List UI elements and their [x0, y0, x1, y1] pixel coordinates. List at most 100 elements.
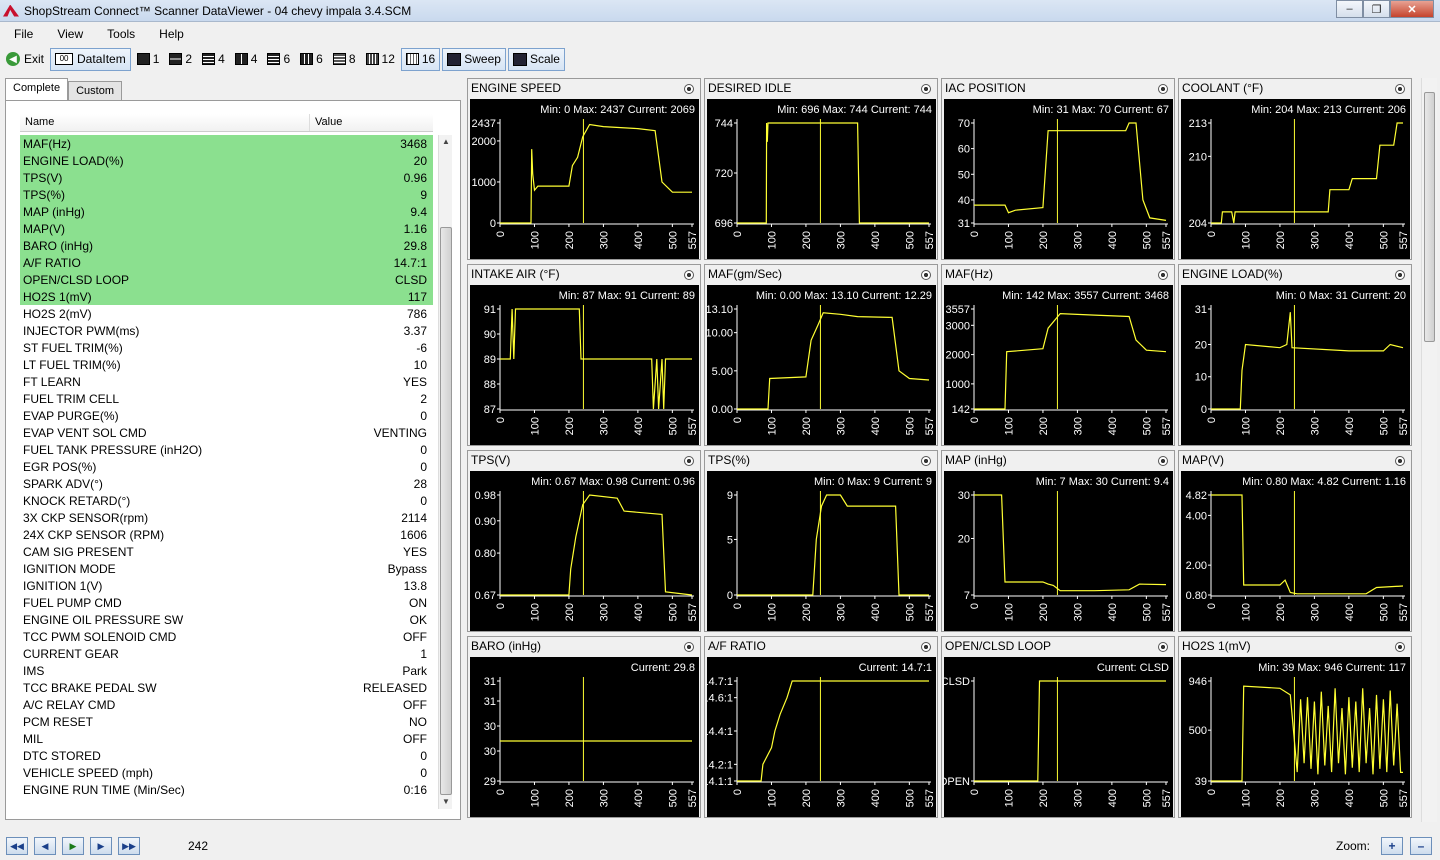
pin-icon[interactable] [921, 84, 931, 94]
list-item[interactable]: ENGINE OIL PRESSURE SW OK [20, 611, 433, 628]
graph-panel[interactable]: BARO (inHg) Current: 29.8 31 31 30 30 29 0 100 20… [467, 636, 701, 818]
list-item[interactable]: IGNITION 1(V) 13.8 [20, 577, 433, 594]
graph-panel[interactable]: MAP(V) Min: 0.80 Max: 4.82 Current: 1.16 4… [1178, 450, 1412, 632]
pin-icon[interactable] [1158, 270, 1168, 280]
pin-icon[interactable] [684, 84, 694, 94]
graph-panel[interactable]: HO2S 1(mV) Min: 39 Max: 946 Current: 117 9… [1178, 636, 1412, 818]
list-item[interactable]: DTC STORED 0 [20, 747, 433, 764]
column-header-name[interactable]: Name [20, 114, 310, 131]
pin-icon[interactable] [921, 270, 931, 280]
pin-icon[interactable] [684, 456, 694, 466]
pin-icon[interactable] [1395, 456, 1405, 466]
pin-icon[interactable] [1158, 84, 1168, 94]
list-item[interactable]: CAM SIG PRESENT YES [20, 543, 433, 560]
zoom-out-button[interactable]: – [1410, 837, 1432, 855]
sweep-button[interactable]: Sweep [442, 47, 506, 71]
next-frame-button[interactable]: ▶ [90, 837, 112, 855]
graph-panel[interactable]: ENGINE LOAD(%) Min: 0 Max: 31 Current: 20… [1178, 264, 1412, 446]
tab-custom[interactable]: Custom [68, 81, 122, 100]
graph-panel[interactable]: IAC POSITION Min: 31 Max: 70 Current: 67 7… [941, 78, 1175, 260]
list-item[interactable]: PCM RESET NO [20, 713, 433, 730]
list-item[interactable]: HO2S 2(mV) 786 [20, 305, 433, 322]
graph-panel[interactable]: MAF(Hz) Min: 142 Max: 3557 Current: 3468 3… [941, 264, 1175, 446]
list-item[interactable]: FUEL TANK PRESSURE (inH2O) 0 [20, 441, 433, 458]
list-item[interactable]: MIL OFF [20, 730, 433, 747]
last-frame-button[interactable]: ▶▶ [118, 837, 140, 855]
graph-panel[interactable]: ENGINE SPEED Min: 0 Max: 2437 Current: 20… [467, 78, 701, 260]
layout-16-button[interactable]: 16 [400, 47, 441, 71]
list-item[interactable]: A/C RELAY CMD OFF [20, 696, 433, 713]
layout-8-button[interactable]: 8 [329, 48, 360, 71]
scroll-up-arrow-icon[interactable]: ▲ [439, 135, 453, 149]
graph-panel[interactable]: OPEN/CLSD LOOP Current: CLSD CLSD OPEN0 100 2… [941, 636, 1175, 818]
graph-scroll-thumb[interactable] [1424, 92, 1435, 342]
scroll-down-arrow-icon[interactable]: ▼ [439, 795, 453, 809]
list-item[interactable]: FUEL TRIM CELL 2 [20, 390, 433, 407]
tab-complete[interactable]: Complete [5, 78, 69, 100]
zoom-in-button[interactable]: + [1381, 837, 1403, 855]
column-header-value[interactable]: Value [310, 114, 347, 131]
list-item[interactable]: 3X CKP SENSOR(rpm) 2114 [20, 509, 433, 526]
graph-panel[interactable]: TPS(V) Min: 0.67 Max: 0.98 Current: 0.96 0… [467, 450, 701, 632]
pin-icon[interactable] [1158, 642, 1168, 652]
list-item[interactable]: TPS(%) 9 [20, 186, 433, 203]
list-item[interactable]: HO2S 1(mV) 117 [20, 288, 433, 305]
list-item[interactable]: TCC BRAKE PEDAL SW RELEASED [20, 679, 433, 696]
pin-icon[interactable] [1395, 84, 1405, 94]
graph-scrollbar[interactable] [1421, 78, 1437, 822]
layout-1-button[interactable]: 1 [133, 48, 164, 71]
list-item[interactable]: MAP (inHg) 9.4 [20, 203, 433, 220]
list-item[interactable]: LT FUEL TRIM(%) 10 [20, 356, 433, 373]
list-item[interactable]: TCC PWM SOLENOID CMD OFF [20, 628, 433, 645]
pin-icon[interactable] [684, 270, 694, 280]
graph-panel[interactable]: INTAKE AIR (°F) Min: 87 Max: 91 Current: … [467, 264, 701, 446]
menu-view[interactable]: View [43, 27, 93, 41]
list-item[interactable]: KNOCK RETARD(°) 0 [20, 492, 433, 509]
list-item[interactable]: SPARK ADV(°) 28 [20, 475, 433, 492]
minimize-button[interactable]: – [1336, 0, 1363, 18]
list-item[interactable]: ENGINE LOAD(%) 20 [20, 152, 433, 169]
pin-icon[interactable] [1395, 642, 1405, 652]
list-item[interactable]: 24X CKP SENSOR (RPM) 1606 [20, 526, 433, 543]
list-item[interactable]: INJECTOR PWM(ms) 3.37 [20, 322, 433, 339]
menu-file[interactable]: File [0, 27, 43, 41]
graph-panel[interactable]: MAP (inHg) Min: 7 Max: 30 Current: 9.4 30 2… [941, 450, 1175, 632]
list-item[interactable]: FT LEARN YES [20, 373, 433, 390]
list-item[interactable]: FUEL PUMP CMD ON [20, 594, 433, 611]
maximize-button[interactable]: ❐ [1363, 0, 1390, 18]
list-item[interactable]: IGNITION MODE Bypass [20, 560, 433, 577]
pin-icon[interactable] [921, 456, 931, 466]
layout-2-button[interactable]: 2 [165, 48, 196, 71]
list-item[interactable]: MAP(V) 1.16 [20, 220, 433, 237]
list-scrollbar[interactable]: ▲ ▼ [438, 135, 452, 809]
layout-6-rows-button[interactable]: 6 [263, 48, 294, 71]
layout-4-rows-button[interactable]: 4 [198, 48, 229, 71]
list-item[interactable]: OPEN/CLSD LOOP CLSD [20, 271, 433, 288]
list-item[interactable]: BARO (inHg) 29.8 [20, 237, 433, 254]
list-item[interactable]: VEHICLE SPEED (mph) 0 [20, 764, 433, 781]
list-item[interactable]: ST FUEL TRIM(%) -6 [20, 339, 433, 356]
list-item[interactable]: ENGINE RUN TIME (Min/Sec) 0:16 [20, 781, 433, 798]
graph-panel[interactable]: TPS(%) Min: 0 Max: 9 Current: 9 9 5 0 0 100 200… [704, 450, 938, 632]
list-item[interactable]: CURRENT GEAR 1 [20, 645, 433, 662]
list-item[interactable]: EGR POS(%) 0 [20, 458, 433, 475]
first-frame-button[interactable]: ◀◀ [6, 837, 28, 855]
list-item[interactable]: EVAP PURGE(%) 0 [20, 407, 433, 424]
graph-panel[interactable]: MAF(gm/Sec) Min: 0.00 Max: 13.10 Current:… [704, 264, 938, 446]
pin-icon[interactable] [921, 642, 931, 652]
scroll-thumb[interactable] [440, 227, 452, 795]
list-item[interactable]: MAF(Hz) 3468 [20, 135, 433, 152]
scale-button[interactable]: Scale [507, 47, 565, 71]
graph-panel[interactable]: DESIRED IDLE Min: 696 Max: 744 Current: 7… [704, 78, 938, 260]
layout-6-grid-button[interactable]: 6 [296, 48, 327, 71]
pin-icon[interactable] [1158, 456, 1168, 466]
menu-help[interactable]: Help [145, 27, 194, 41]
layout-12-button[interactable]: 12 [362, 48, 399, 71]
menu-tools[interactable]: Tools [93, 27, 145, 41]
list-item[interactable]: EVAP VENT SOL CMD VENTING [20, 424, 433, 441]
list-item[interactable]: TPS(V) 0.96 [20, 169, 433, 186]
prev-frame-button[interactable]: ◀ [34, 837, 56, 855]
list-item[interactable]: IMS Park [20, 662, 433, 679]
dataitem-button[interactable]: 00 DataItem [50, 47, 131, 71]
graph-panel[interactable]: COOLANT (°F) Min: 204 Max: 213 Current: 2… [1178, 78, 1412, 260]
